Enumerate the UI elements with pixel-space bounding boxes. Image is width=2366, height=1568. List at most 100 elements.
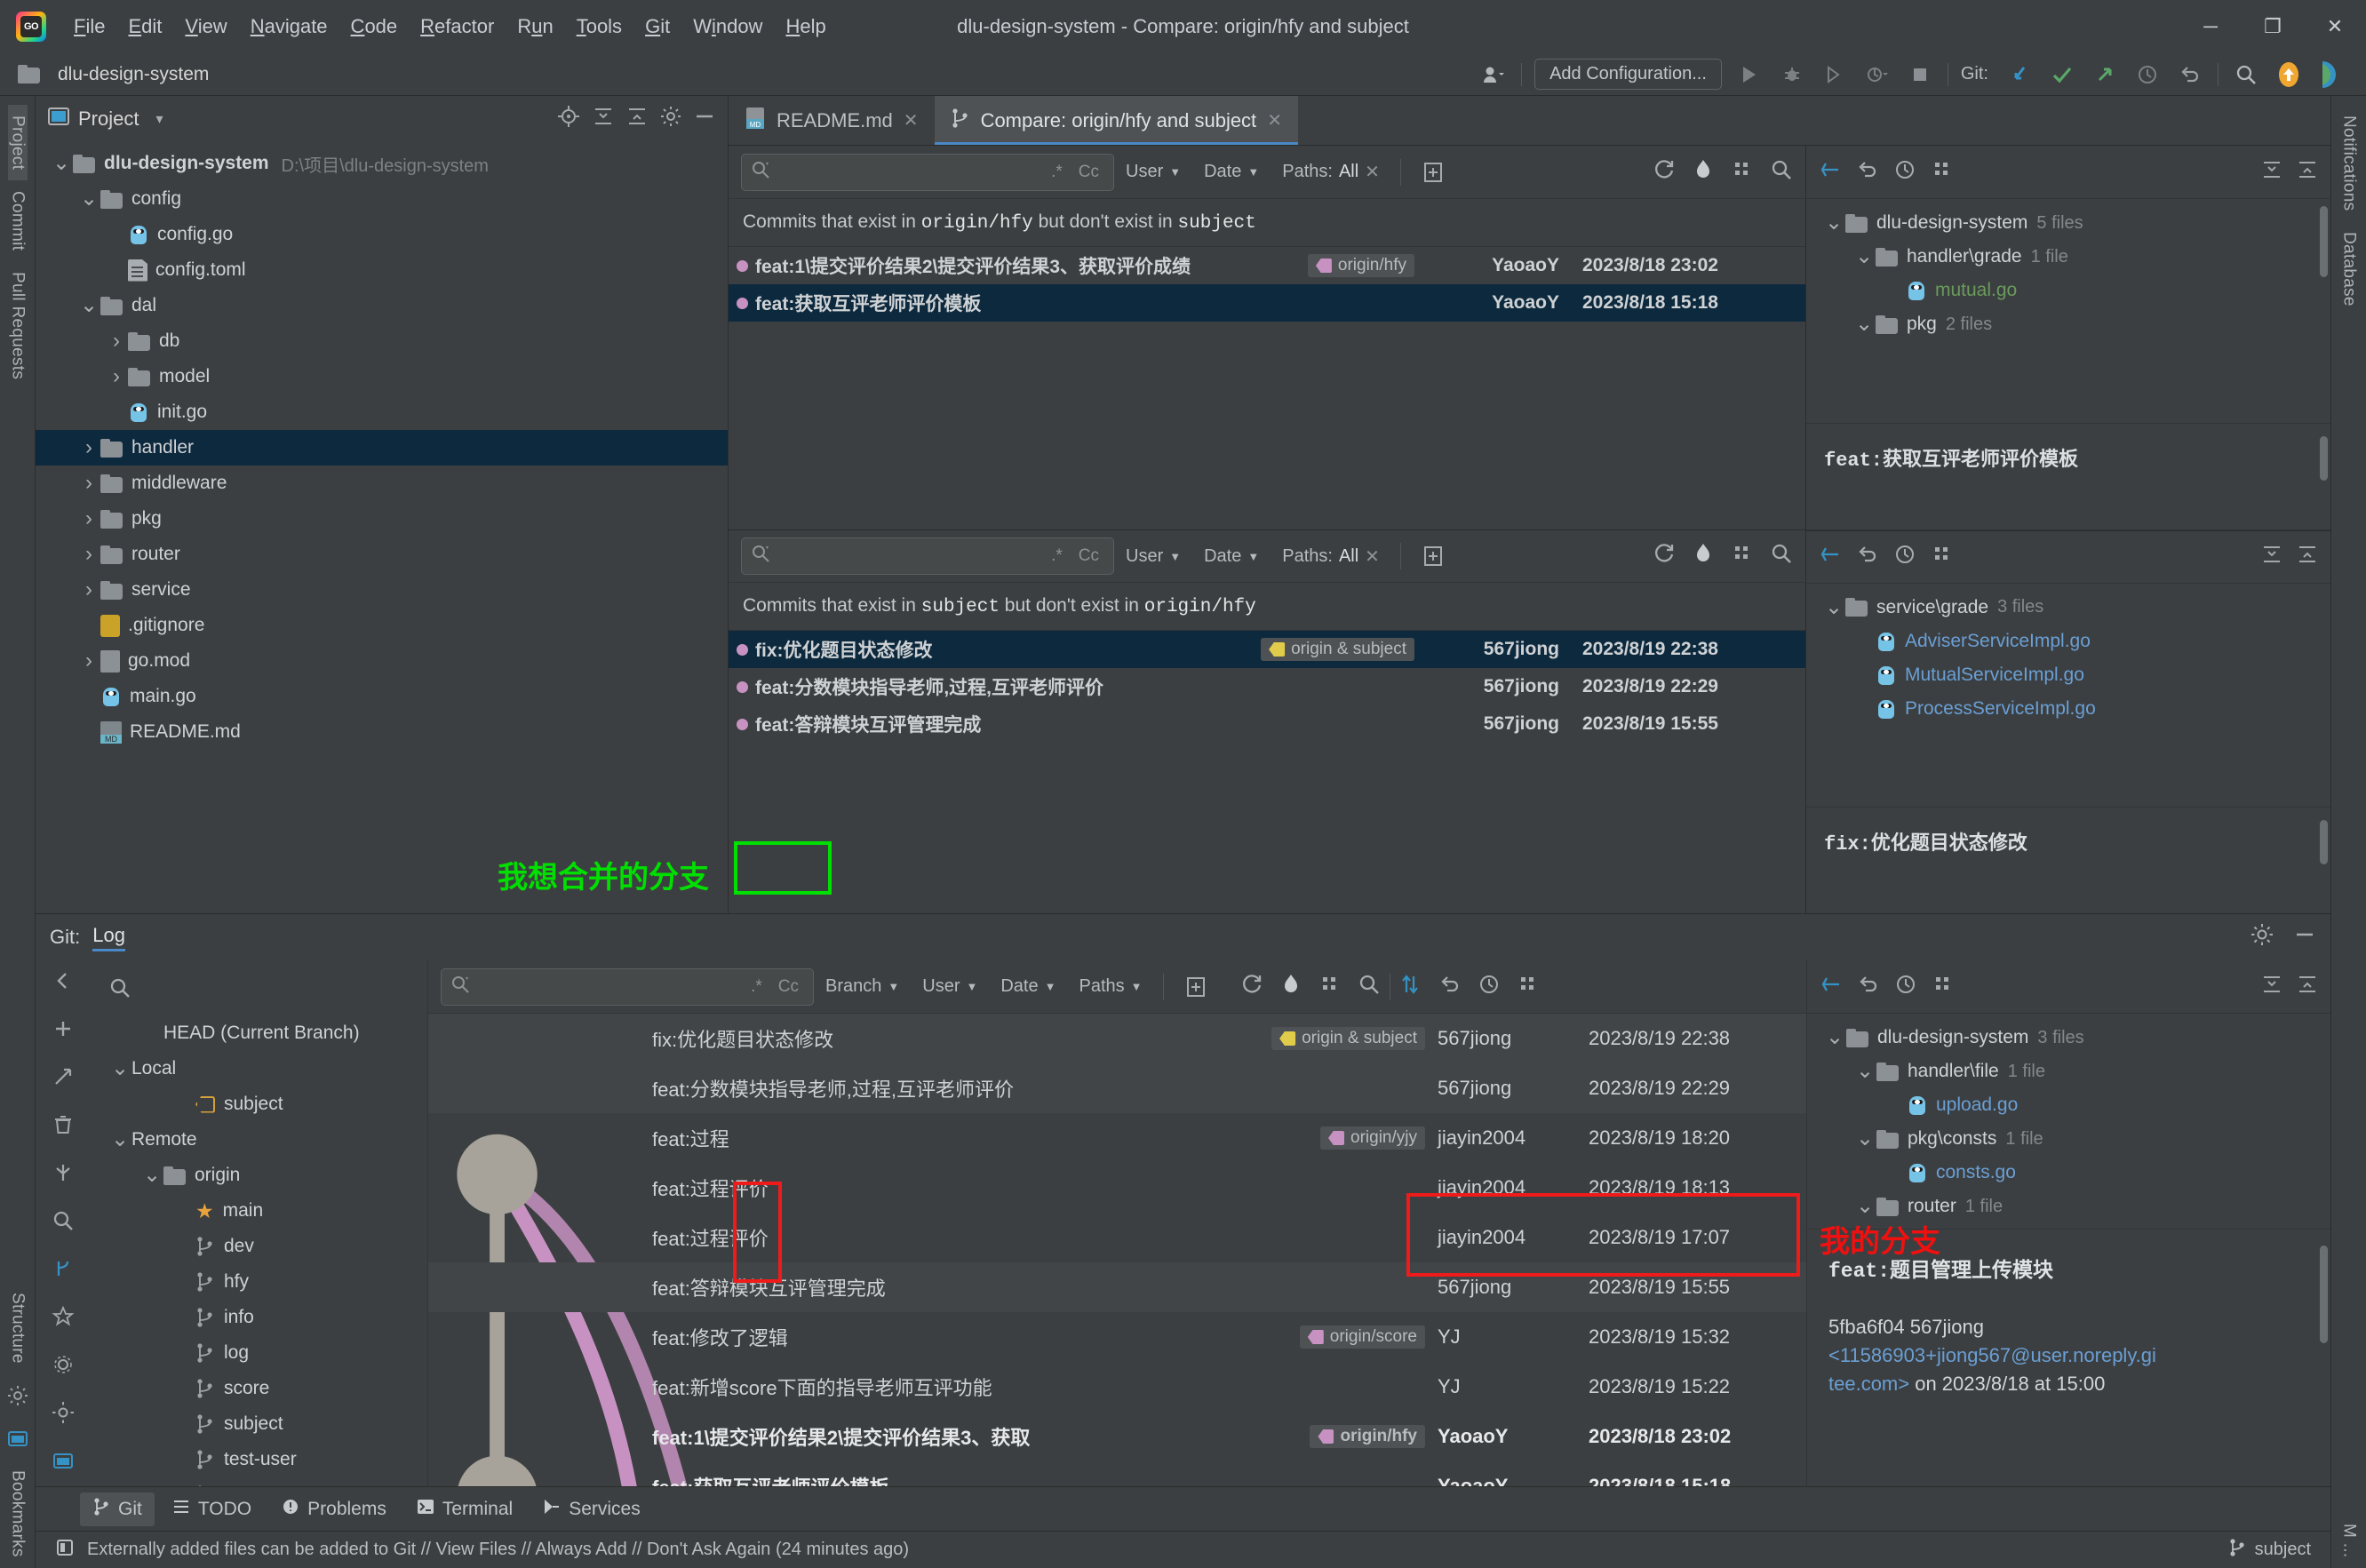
project-tree-item[interactable]: ⌄dal <box>36 288 728 323</box>
expand-all-icon-5[interactable] <box>2261 974 2282 1000</box>
group-settings-icon[interactable] <box>1931 158 1954 187</box>
changed-file-row[interactable]: ⌄dlu-design-system5 files <box>1806 206 2330 240</box>
filter-branch[interactable]: Branch▼ <box>814 976 911 997</box>
project-tree[interactable]: ⌄dlu-design-systemD:\项目\dlu-design-syste… <box>36 142 728 913</box>
project-tree-item[interactable]: ⌄config <box>36 181 728 217</box>
grid-icon[interactable] <box>1517 973 1540 1001</box>
rail-maven[interactable]: M ... <box>2339 1513 2359 1568</box>
branch-row[interactable]: hfy <box>91 1264 427 1300</box>
changes-top-tree[interactable]: ⌄dlu-design-system5 files⌄handler\grade1… <box>1806 199 2330 423</box>
project-tree-item[interactable]: ⌄dlu-design-systemD:\项目\dlu-design-syste… <box>36 146 728 181</box>
branch-row[interactable]: ⌄Remote <box>91 1122 427 1158</box>
bottom-tool-git[interactable]: Git <box>80 1492 155 1526</box>
commit-row[interactable]: fix:优化题目状态修改origin & subject567jiong2023… <box>729 631 1805 668</box>
changes-top-scrollbar[interactable] <box>2320 206 2328 277</box>
editor-tabs[interactable]: MDREADME.md✕Compare: origin/hfy and subj… <box>729 96 2330 146</box>
chevron-down-icon[interactable]: ⌄ <box>1823 1033 1846 1042</box>
group-settings-icon-2[interactable] <box>1931 543 1954 571</box>
chevron-down-icon[interactable]: ⌄ <box>77 301 100 310</box>
search-icon-2[interactable] <box>1770 158 1793 187</box>
menu-edit[interactable]: Edit <box>116 12 173 42</box>
log-commit-row[interactable]: feat:修改了逻辑origin/scoreYJ2023/8/19 15:32 <box>428 1312 1806 1362</box>
compare-bottom-commit-list[interactable]: fix:优化题目状态修改origin & subject567jiong2023… <box>729 631 1805 913</box>
menu-code[interactable]: Code <box>339 12 410 42</box>
history-icon-2[interactable] <box>1893 543 1916 571</box>
detail-bottom-scrollbar[interactable] <box>2320 820 2328 864</box>
regex-toggle-3[interactable]: .* <box>745 977 768 997</box>
filter-user-3[interactable]: User▼ <box>911 976 989 997</box>
refresh-icon-3[interactable] <box>1240 973 1263 1001</box>
project-tree-item[interactable]: ›model <box>36 359 728 394</box>
log-commit-row[interactable]: feat:1\提交评价结果2\提交评价结果3、获取origin/hfyYaoao… <box>428 1412 1806 1461</box>
filter-paths-2[interactable]: Paths:All✕ <box>1271 545 1391 568</box>
collapse-all-icon-3[interactable] <box>2297 544 2318 570</box>
checkout-icon[interactable] <box>52 1065 75 1094</box>
chevron-down-icon[interactable]: ⌄ <box>108 1064 131 1073</box>
search-icon-5[interactable] <box>52 1209 75 1238</box>
commit-row[interactable]: feat:答辩模块互评管理完成567jiong2023/8/19 15:55 <box>729 705 1805 743</box>
changed-file-row[interactable]: ⌄dlu-design-system3 files <box>1807 1021 2330 1055</box>
git-rollback-icon[interactable] <box>2175 60 2205 90</box>
commit-row[interactable]: feat:分数模块指导老师,过程,互评老师评价567jiong2023/8/19… <box>729 668 1805 705</box>
editor-tab[interactable]: MDREADME.md✕ <box>729 96 935 145</box>
changed-file-row[interactable]: ⌄pkg2 files <box>1806 307 2330 341</box>
show-as-tree-icon-2[interactable] <box>1731 542 1754 570</box>
search-input[interactable]: .* Cc <box>741 154 1114 191</box>
chevron-down-icon[interactable]: ⌄ <box>1852 320 1876 329</box>
grid-icon-2[interactable] <box>1932 973 1955 1001</box>
rail-database[interactable]: Database <box>2339 221 2359 317</box>
favorite-icon[interactable] <box>52 1305 75 1333</box>
git-push-icon[interactable] <box>2090 60 2120 90</box>
user-avatar-icon[interactable] <box>1478 60 1509 90</box>
log-commit-row[interactable]: feat:新增score下面的指导老师互评功能YJ2023/8/19 15:22 <box>428 1362 1806 1412</box>
revert-icon-3[interactable] <box>1438 973 1462 1001</box>
branch-tree[interactable]: HEAD (Current Branch)⌄Localsubject⌄Remot… <box>91 1015 427 1486</box>
ref-tag[interactable]: origin/yjy <box>1320 1126 1425 1150</box>
settings-icon-3[interactable] <box>52 1353 75 1381</box>
log-commit-row[interactable]: feat:过程origin/yjyjiayin20042023/8/19 18:… <box>428 1113 1806 1163</box>
chevron-right-icon[interactable]: › <box>77 471 100 496</box>
changed-file-row[interactable]: ⌄handler\file1 file <box>1807 1055 2330 1088</box>
git-update-icon[interactable] <box>2004 60 2035 90</box>
project-tree-item[interactable]: config.toml <box>36 252 728 288</box>
bottom-tool-todo[interactable]: TODO <box>160 1493 264 1525</box>
filter-paths[interactable]: Paths:All✕ <box>1271 161 1391 183</box>
log-commit-row[interactable]: feat:获取互评老师评价模板YaoaoY2023/8/18 15:18 <box>428 1461 1806 1486</box>
commit-list[interactable]: fix:优化题目状态修改origin & subject567jiong2023… <box>428 1014 1806 1486</box>
details-file-tree[interactable]: ⌄dlu-design-system3 files⌄handler\file1 … <box>1807 1014 2330 1229</box>
rail-bookmarks[interactable]: Bookmarks <box>8 1460 28 1568</box>
changed-file-row[interactable]: MutualServiceImpl.go <box>1806 658 2330 692</box>
group-by-icon-2[interactable] <box>1819 543 1842 571</box>
regex-toggle[interactable]: .* <box>1046 163 1068 182</box>
case-toggle-2[interactable]: Cc <box>1073 546 1104 566</box>
window-controls[interactable]: ─ ❐ ✕ <box>2179 0 2366 53</box>
hide-icon[interactable] <box>694 106 715 132</box>
highlight-icon[interactable] <box>1692 158 1715 187</box>
branch-row[interactable]: user <box>91 1477 427 1486</box>
bottom-tool-terminal[interactable]: Terminal <box>404 1493 525 1525</box>
close-button[interactable]: ✕ <box>2304 0 2366 53</box>
locate-icon[interactable] <box>557 105 580 133</box>
changes-bottom-tree[interactable]: ⌄service\grade3 filesAdviserServiceImpl.… <box>1806 584 2330 808</box>
branch-row[interactable]: dev <box>91 1229 427 1264</box>
merge-icon[interactable] <box>52 1257 75 1285</box>
maximize-button[interactable]: ❐ <box>2242 0 2304 53</box>
tab-log[interactable]: Log <box>92 924 125 951</box>
new-filter-icon[interactable] <box>1410 161 1456 184</box>
project-tree-item[interactable]: ›service <box>36 572 728 608</box>
settings-icon-2[interactable] <box>2250 923 2274 951</box>
chevron-down-icon[interactable]: ⌄ <box>1853 1134 1876 1143</box>
project-tree-item[interactable]: main.go <box>36 679 728 714</box>
rail-notifications[interactable]: Notifications <box>2339 105 2359 221</box>
gear-icon[interactable] <box>4 1382 31 1409</box>
rail-pull-requests[interactable]: Pull Requests <box>8 261 28 390</box>
highlight-icon-3[interactable] <box>1279 973 1302 1001</box>
log-commit-row[interactable]: feat:答辩模块互评管理完成567jiong2023/8/19 15:55 <box>428 1262 1806 1312</box>
chevron-right-icon[interactable]: › <box>105 329 128 354</box>
new-filter-icon-3[interactable] <box>1173 975 1219 999</box>
commit-row[interactable]: feat:1\提交评价结果2\提交评价结果3、获取评价成绩origin/hfyY… <box>729 247 1805 284</box>
run-with-coverage-icon[interactable] <box>1820 60 1850 90</box>
changed-file-row[interactable]: ⌄pkg\consts1 file <box>1807 1122 2330 1156</box>
new-filter-icon-2[interactable] <box>1410 545 1456 568</box>
project-tree-item[interactable]: ›pkg <box>36 501 728 537</box>
